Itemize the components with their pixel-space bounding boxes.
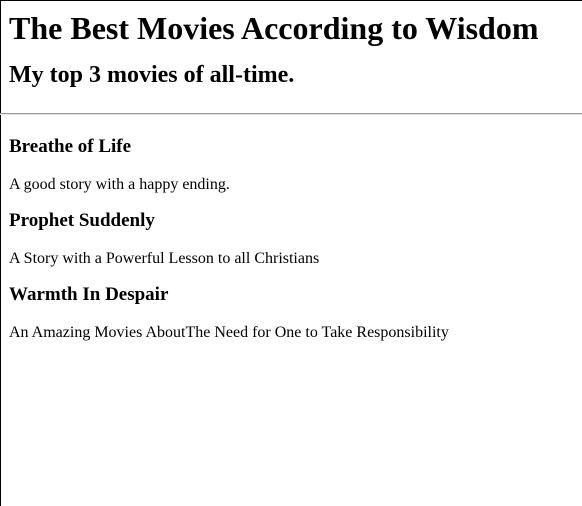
movie-title: Breathe of Life — [9, 136, 132, 157]
page-subtitle: My top 3 movies of all-time. — [9, 62, 295, 88]
movie-item: Breathe of Life A good story with a happ… — [9, 136, 582, 194]
page-header: The Best Movies According to Wisdom My t… — [9, 0, 582, 89]
movie-description: A Story with a Powerful Lesson to all Ch… — [9, 250, 320, 267]
movie-title: Prophet Suddenly — [9, 210, 155, 231]
movie-description: A good story with a happy ending. — [9, 176, 230, 193]
movie-item: Warmth In Despair An Amazing Movies Abou… — [9, 284, 582, 342]
movie-title: Warmth In Despair — [9, 284, 169, 305]
movie-description: An Amazing Movies AboutThe Need for One … — [9, 324, 449, 341]
movie-list: Breathe of Life A good story with a happ… — [9, 136, 582, 342]
page-title: The Best Movies According to Wisdom — [9, 10, 539, 46]
movie-item: Prophet Suddenly A Story with a Powerful… — [9, 210, 582, 268]
divider — [0, 113, 582, 115]
